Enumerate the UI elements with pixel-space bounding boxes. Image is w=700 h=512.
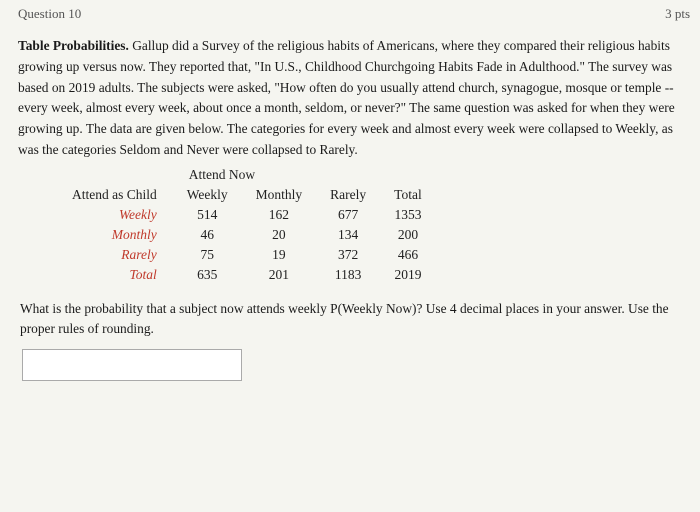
- cell-total-rarely: 1183: [316, 265, 380, 285]
- cell-monthly-monthly: 20: [242, 225, 317, 245]
- empty-corner-cell: [58, 167, 173, 185]
- table-row: Monthly 46 20 134 200: [58, 225, 436, 245]
- bold-intro: Table Probabilities.: [18, 38, 129, 53]
- cell-rarely-rarely: 372: [316, 245, 380, 265]
- cell-rarely-weekly: 75: [173, 245, 242, 265]
- cell-total-weekly: 635: [173, 265, 242, 285]
- cell-weekly-rarely: 677: [316, 205, 380, 225]
- table-row: Rarely 75 19 372 466: [58, 245, 436, 265]
- attend-now-label: Attend Now: [173, 167, 436, 185]
- cell-monthly-rarely: 134: [316, 225, 380, 245]
- cell-rarely-monthly: 19: [242, 245, 317, 265]
- table-row: Weekly 514 162 677 1353: [58, 205, 436, 225]
- col-header-rarely: Rarely: [316, 185, 380, 205]
- row-label-rarely: Rarely: [58, 245, 173, 265]
- cell-weekly-weekly: 514: [173, 205, 242, 225]
- footer-question-text: What is the probability that a subject n…: [20, 301, 669, 336]
- row-label-weekly: Weekly: [58, 205, 173, 225]
- cell-total-monthly: 201: [242, 265, 317, 285]
- description-text: Table Probabilities. Gallup did a Survey…: [18, 36, 682, 161]
- description-body: Gallup did a Survey of the religious hab…: [18, 38, 675, 157]
- answer-input-box[interactable]: [22, 349, 242, 381]
- total-row: Total 635 201 1183 2019: [58, 265, 436, 285]
- row-label-monthly: Monthly: [58, 225, 173, 245]
- cell-monthly-total: 200: [380, 225, 436, 245]
- question-label: Question 10: [18, 6, 81, 22]
- col-header-total: Total: [380, 185, 436, 205]
- cell-weekly-total: 1353: [380, 205, 436, 225]
- col-header-weekly: Weekly: [173, 185, 242, 205]
- probability-table: Attend Now Attend as Child Weekly Monthl…: [58, 167, 436, 285]
- cell-total-total: 2019: [380, 265, 436, 285]
- score-badge: 3 pts: [665, 6, 690, 22]
- attend-now-header-row: Attend Now: [58, 167, 436, 185]
- question-footer: What is the probability that a subject n…: [18, 299, 682, 339]
- cell-weekly-monthly: 162: [242, 205, 317, 225]
- cell-rarely-total: 466: [380, 245, 436, 265]
- row-label-total: Total: [58, 265, 173, 285]
- table-section: Attend Now Attend as Child Weekly Monthl…: [38, 167, 682, 285]
- column-headers-row: Attend as Child Weekly Monthly Rarely To…: [58, 185, 436, 205]
- col-header-monthly: Monthly: [242, 185, 317, 205]
- cell-monthly-weekly: 46: [173, 225, 242, 245]
- page-container: Question 10 3 pts Table Probabilities. G…: [0, 0, 700, 512]
- row-header-label: Attend as Child: [58, 185, 173, 205]
